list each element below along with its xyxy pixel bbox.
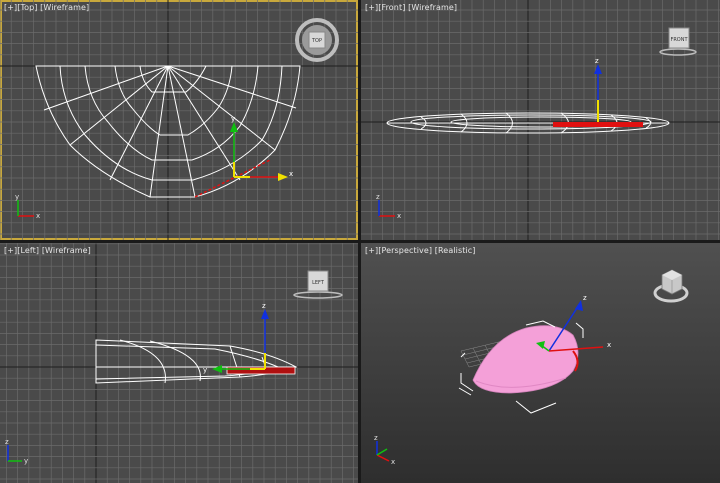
svg-text:y: y bbox=[203, 366, 207, 374]
viewport-top[interactable]: [+][Top] [Wireframe] x y TOP x y bbox=[0, 0, 358, 240]
svg-text:z: z bbox=[262, 302, 266, 310]
svg-text:y: y bbox=[15, 193, 19, 201]
svg-text:TOP: TOP bbox=[311, 38, 322, 44]
mesh-perspective[interactable] bbox=[472, 325, 579, 394]
view-cube-perspective[interactable] bbox=[653, 269, 689, 303]
viewport-front[interactable]: [+][Front] [Wireframe] z FRONT x z bbox=[361, 0, 720, 240]
axis-tripod-left: y z bbox=[5, 438, 28, 465]
view-cube-front[interactable]: FRONT bbox=[659, 27, 697, 56]
scene-perspective: x z z x bbox=[374, 269, 689, 466]
scene-left: z y LEFT y z bbox=[5, 270, 343, 465]
svg-text:z: z bbox=[376, 193, 380, 201]
selected-edge-front bbox=[553, 122, 643, 127]
svg-text:z: z bbox=[5, 438, 9, 446]
svg-text:z: z bbox=[374, 434, 378, 442]
svg-text:FRONT: FRONT bbox=[670, 37, 688, 43]
svg-text:LEFT: LEFT bbox=[312, 280, 325, 286]
svg-text:z: z bbox=[595, 57, 599, 65]
axis-tripod-perspective: z x bbox=[374, 434, 395, 466]
axis-tripod-front: x z bbox=[376, 193, 401, 220]
svg-text:x: x bbox=[289, 170, 293, 178]
view-cube-top[interactable]: TOP bbox=[295, 18, 339, 62]
scene-front: z FRONT x z bbox=[376, 27, 697, 220]
svg-text:z: z bbox=[583, 294, 587, 302]
svg-text:x: x bbox=[36, 212, 40, 220]
view-cube-left[interactable]: LEFT bbox=[293, 270, 343, 299]
selection-edge-top bbox=[194, 159, 271, 198]
move-gizmo-top[interactable]: x y bbox=[230, 115, 293, 181]
viewport-perspective[interactable]: [+][Perspective] [Realistic] x z z x bbox=[361, 243, 720, 483]
svg-text:x: x bbox=[397, 212, 401, 220]
move-gizmo-front[interactable]: z bbox=[594, 57, 602, 122]
viewport-left[interactable]: [+][Left] [Wireframe] z y LEFT y z bbox=[0, 243, 358, 483]
svg-text:x: x bbox=[391, 458, 395, 466]
svg-text:y: y bbox=[231, 115, 235, 123]
axis-tripod-top: x y bbox=[15, 193, 40, 220]
scene-top: x y TOP x y bbox=[15, 18, 339, 220]
svg-text:y: y bbox=[24, 457, 28, 465]
svg-text:x: x bbox=[607, 341, 611, 349]
